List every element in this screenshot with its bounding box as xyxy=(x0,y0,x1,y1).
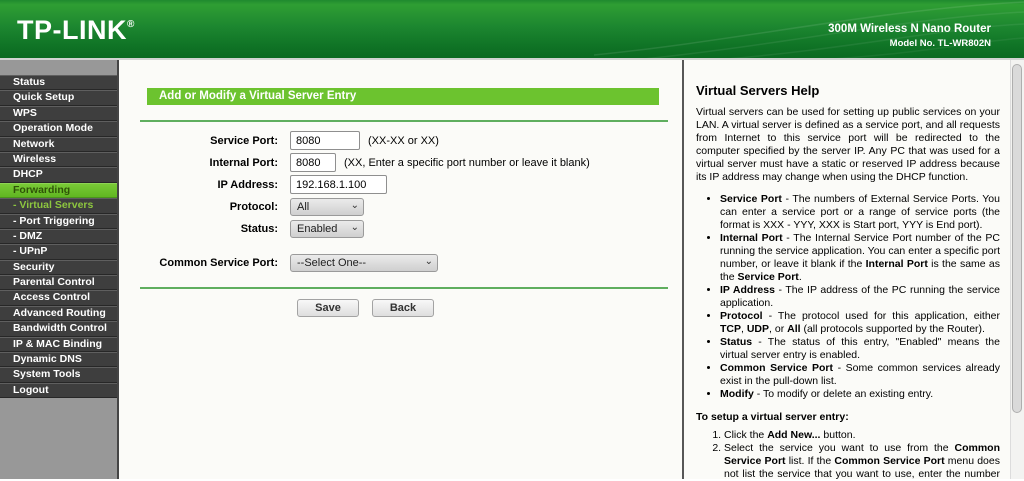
help-list-item: Click the Add New... button. xyxy=(724,429,1000,442)
sidebar-item-upnp[interactable]: - UPnP xyxy=(0,244,117,260)
form-rows: Service Port: (XX-XX or XX) Internal Port:… xyxy=(119,131,682,272)
divider-top xyxy=(140,120,668,122)
help-panel: Virtual Servers Help Virtual servers can… xyxy=(684,60,1024,481)
help-title: Virtual Servers Help xyxy=(696,83,820,98)
form-row: Protocol: All ⌄ xyxy=(119,197,682,216)
status-select[interactable]: Enabled xyxy=(290,220,364,238)
form-control: --Select One-- ⌄ xyxy=(290,253,438,272)
protocol-label: Protocol: xyxy=(229,200,278,213)
help-list-item: Select the service you want to use from … xyxy=(724,442,1000,481)
sidebar-item-logout[interactable]: Logout xyxy=(0,382,117,399)
help-ul-list: Service Port - The numbers of External S… xyxy=(696,193,1000,401)
form-row: Internal Port: (XX, Enter a specific port… xyxy=(119,153,682,172)
status-label: Status: xyxy=(240,222,278,235)
form-control: All ⌄ xyxy=(290,197,364,216)
sidebar-item-parental-control[interactable]: Parental Control xyxy=(0,275,117,291)
sidebar-item-dynamic-dns[interactable]: Dynamic DNS xyxy=(0,352,117,368)
form-row: IP Address: xyxy=(119,175,682,194)
help-scrollbar[interactable] xyxy=(1010,60,1024,479)
main-area: Status Quick Setup WPS Operation Mode Networ… xyxy=(0,60,1024,481)
sidebar-item-operation-mode[interactable]: Operation Mode xyxy=(0,121,117,137)
common-service-port-select-wrap: --Select One-- ⌄ xyxy=(290,253,438,272)
save-button[interactable]: Save xyxy=(297,299,359,317)
internal-port-input[interactable] xyxy=(290,153,336,172)
protocol-select[interactable]: All xyxy=(290,198,364,216)
sidebar-item-wps[interactable]: WPS xyxy=(0,105,117,122)
help-list-item: Service Port - The numbers of External S… xyxy=(720,193,1000,232)
back-button[interactable]: Back xyxy=(372,299,434,317)
sidebar-item-forwarding[interactable]: Forwarding xyxy=(0,182,117,199)
sidebar-item-port-triggering[interactable]: - Port Triggering xyxy=(0,213,117,229)
common-service-port-select[interactable]: --Select One-- xyxy=(290,254,438,272)
content-panel: Add or Modify a Virtual Server Entry Ser… xyxy=(119,60,684,479)
sidebar-item-virtual-servers[interactable]: - Virtual Servers xyxy=(0,198,117,214)
help-ol-list: Click the Add New... button.Select the s… xyxy=(696,429,1000,481)
sidebar-item-dhcp[interactable]: DHCP xyxy=(0,167,117,183)
divider-bottom xyxy=(140,287,668,289)
sidebar-item-security[interactable]: Security xyxy=(0,259,117,276)
common-service-port-label: Common Service Port: xyxy=(159,256,278,269)
tp-link-logo: TP-LINK® xyxy=(17,15,135,45)
form-control xyxy=(290,175,387,194)
sidebar-item-access-control[interactable]: Access Control xyxy=(0,290,117,306)
help-scrollbar-thumb[interactable] xyxy=(1012,64,1022,413)
sidebar-item-wireless[interactable]: Wireless xyxy=(0,151,117,168)
help-list-item: Common Service Port - Some common servic… xyxy=(720,362,1000,388)
ip-address-label: IP Address: xyxy=(217,178,278,191)
form-buttons: Save Back xyxy=(297,299,682,317)
model-number: Model No. TL-WR802N xyxy=(889,38,991,49)
protocol-select-wrap: All ⌄ xyxy=(290,197,364,216)
form-control xyxy=(290,153,336,172)
internal-port-hint: (XX, Enter a specific port number or lea… xyxy=(344,156,590,169)
sidebar: Status Quick Setup WPS Operation Mode Networ… xyxy=(0,60,119,479)
form-row: Common Service Port: --Select One-- ⌄ xyxy=(119,253,682,272)
help-blocks: Virtual servers can be used for setting … xyxy=(696,106,1000,481)
service-port-hint: (XX-XX or XX) xyxy=(368,134,439,147)
help-list-item: Internal Port - The Internal Service Por… xyxy=(720,232,1000,284)
service-port-input[interactable] xyxy=(290,131,360,150)
header-product-info: 300M Wireless N Nano Router Model No. TL… xyxy=(828,23,991,49)
sidebar-menu: Status Quick Setup WPS Operation Mode Networ… xyxy=(0,75,117,399)
help-list-item: Protocol - The protocol used for this ap… xyxy=(720,310,1000,336)
help-list-item: Modify - To modify or delete an existing… xyxy=(720,388,1000,401)
help-list-item: IP Address - The IP address of the PC ru… xyxy=(720,284,1000,310)
help-paragraph: Virtual servers can be used for setting … xyxy=(696,106,1000,183)
help-section-heading: To setup a virtual server entry: xyxy=(696,411,849,423)
form-row: Status: Enabled ⌄ xyxy=(119,219,682,238)
form-control: Enabled ⌄ xyxy=(290,219,364,238)
status-select-wrap: Enabled ⌄ xyxy=(290,219,364,238)
sidebar-item-advanced-routing[interactable]: Advanced Routing xyxy=(0,305,117,322)
page-title: Add or Modify a Virtual Server Entry xyxy=(147,88,659,105)
help-content: Virtual Servers Help Virtual servers can… xyxy=(684,60,1024,481)
sidebar-item-network[interactable]: Network xyxy=(0,136,117,152)
service-port-label: Service Port: xyxy=(210,134,278,147)
sidebar-item-bandwidth-control[interactable]: Bandwidth Control xyxy=(0,321,117,337)
sidebar-item-ip-mac-binding[interactable]: IP & MAC Binding xyxy=(0,336,117,353)
registered-trademark-icon: ® xyxy=(126,19,135,30)
internal-port-label: Internal Port: xyxy=(209,156,278,169)
ip-address-input[interactable] xyxy=(290,175,387,194)
product-name: 300M Wireless N Nano Router xyxy=(828,23,991,35)
sidebar-item-system-tools[interactable]: System Tools xyxy=(0,367,117,383)
form-control xyxy=(290,131,360,150)
sidebar-item-quick-setup[interactable]: Quick Setup xyxy=(0,90,117,106)
header: TP-LINK® 300M Wireless N Nano Router Mod… xyxy=(0,0,1024,60)
form-row: Service Port: (XX-XX or XX) xyxy=(119,131,682,150)
help-list-item: Status - The status of this entry, "Enab… xyxy=(720,336,1000,362)
sidebar-item-dmz[interactable]: - DMZ xyxy=(0,228,117,245)
sidebar-item-status[interactable]: Status xyxy=(0,75,117,91)
